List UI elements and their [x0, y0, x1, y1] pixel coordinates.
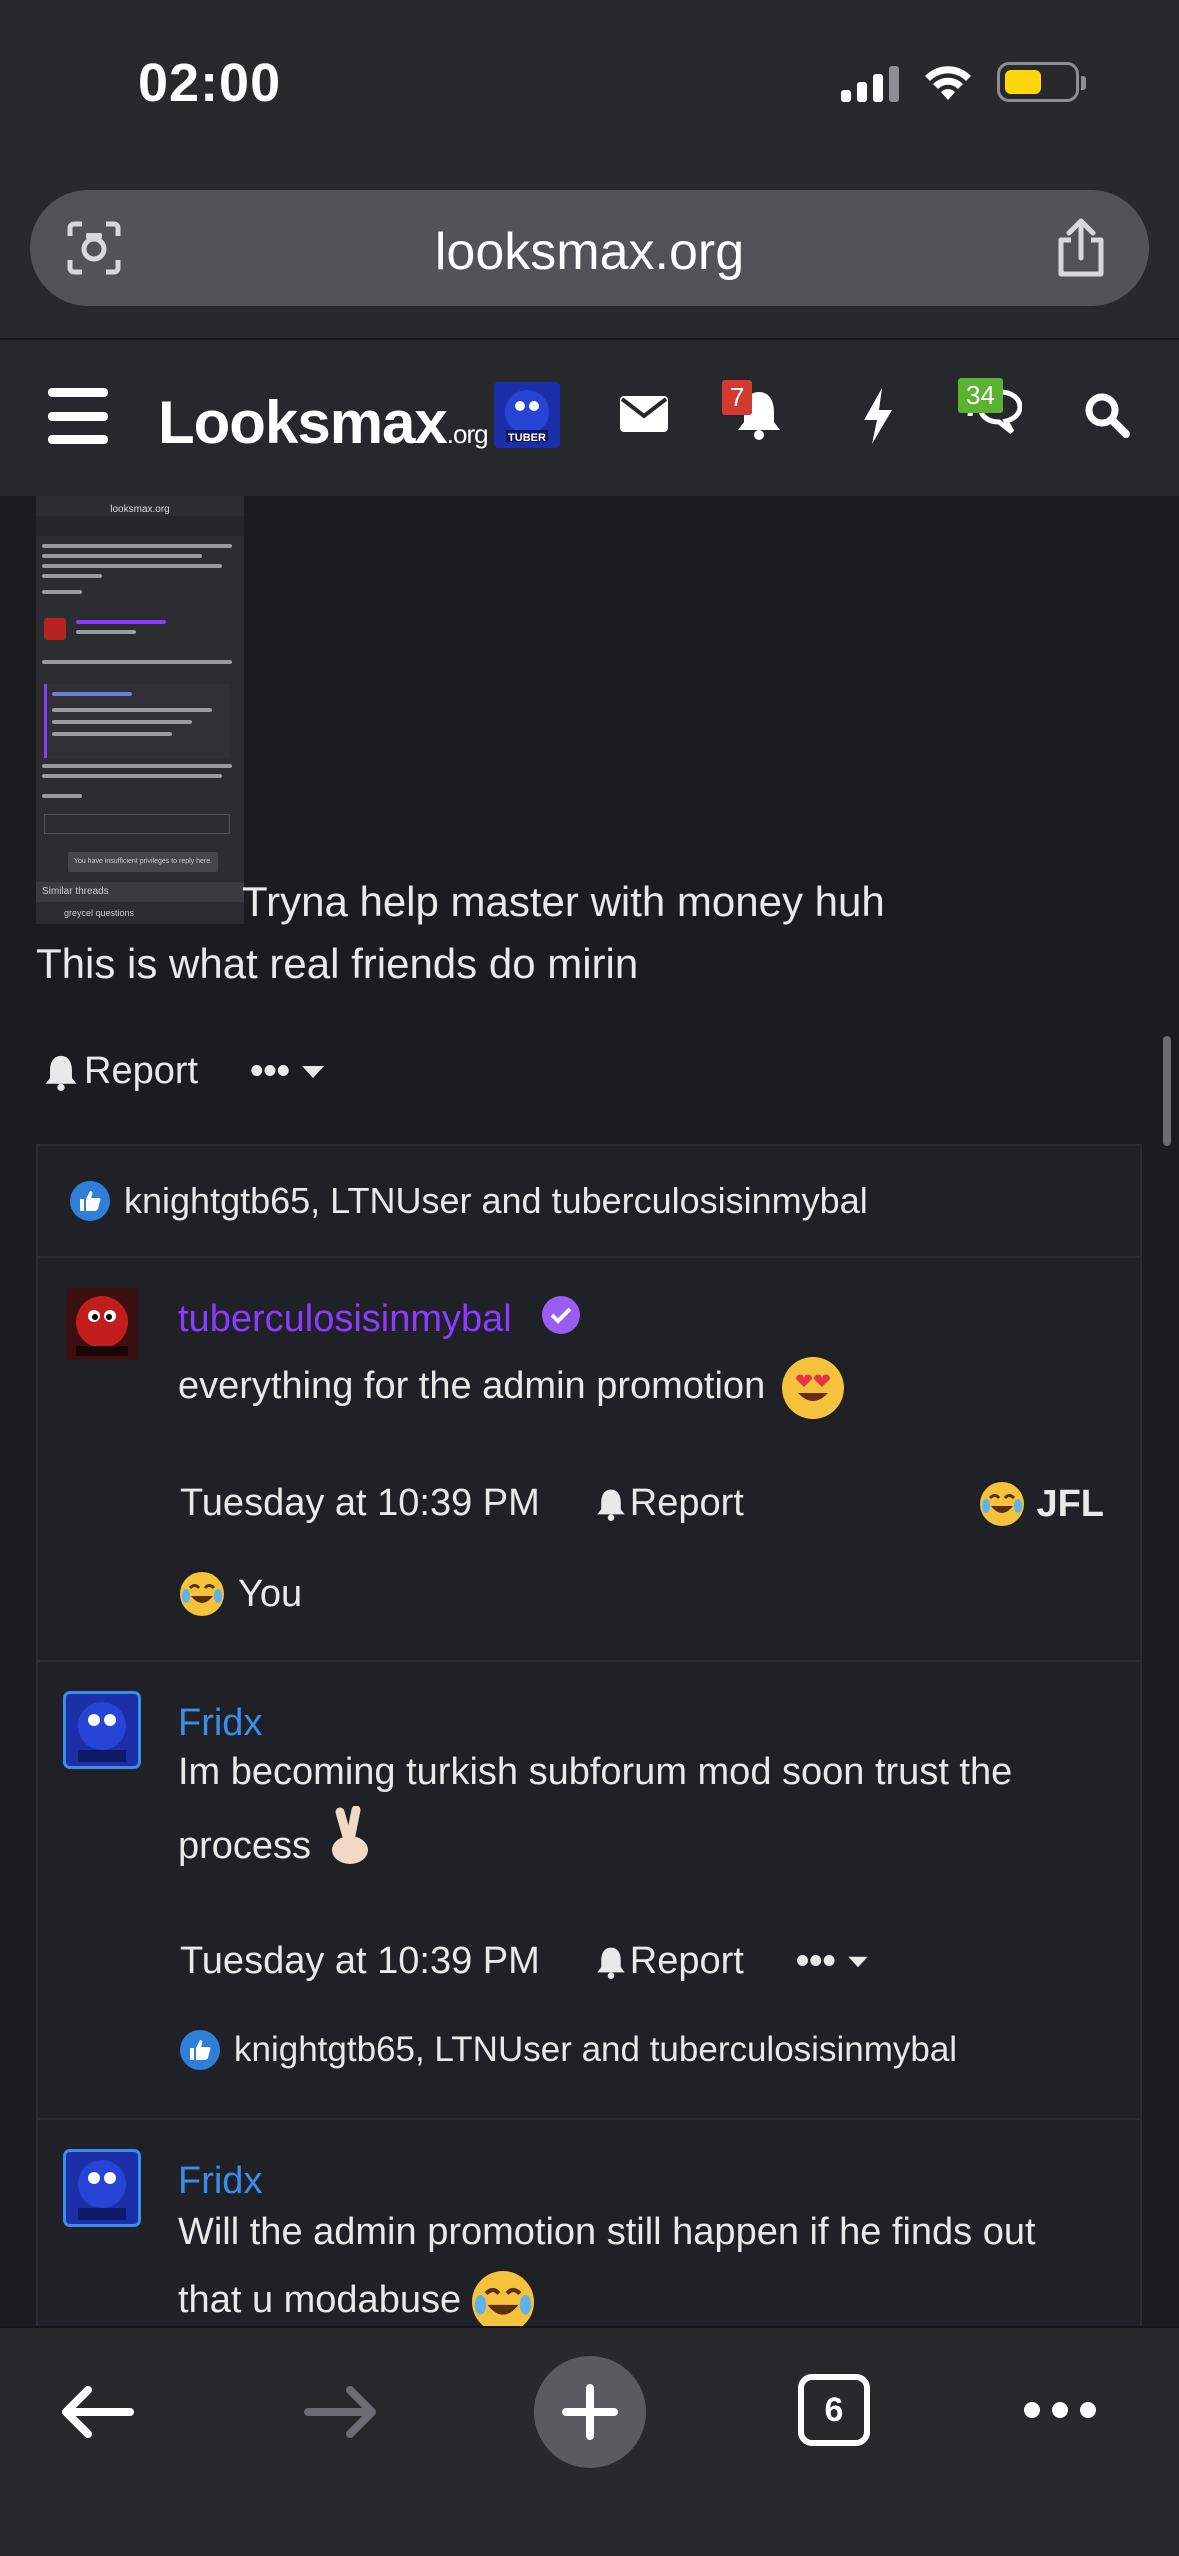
browser-address-area: looksmax.org: [0, 170, 1179, 340]
more-options-button[interactable]: •••: [250, 1050, 326, 1093]
reply-text: Will the admin promotion still happen if…: [178, 2198, 1098, 2326]
avatar[interactable]: [66, 2152, 138, 2224]
alerts-badge: 7: [722, 380, 753, 415]
plus-icon: [562, 2384, 618, 2440]
cellular-signal-icon: [841, 62, 899, 102]
address-bar[interactable]: looksmax.org: [30, 190, 1149, 306]
reply-text: everything for the admin promotion: [178, 1352, 1098, 1420]
more-options-button[interactable]: •••: [796, 1940, 870, 1983]
site-navigation: Looksmax.org TUBER 7 34: [0, 340, 1179, 496]
reply-reactions[interactable]: knightgtb65, LTNUser and tuberculosisinm…: [180, 2030, 957, 2070]
whats-new-lightning-icon[interactable]: [862, 388, 894, 444]
report-link[interactable]: Report: [84, 1050, 198, 1093]
jfl-reaction-button[interactable]: JFL: [980, 1482, 1104, 1526]
report-link[interactable]: Report: [630, 1482, 744, 1525]
reaction-summary[interactable]: knightgtb65, LTNUser and tuberculosisinm…: [38, 1146, 1140, 1258]
reply-timestamp[interactable]: Tuesday at 10:39 PM: [180, 1940, 540, 1983]
tabs-button[interactable]: 6: [798, 2374, 870, 2446]
more-menu-button[interactable]: [1024, 2402, 1096, 2418]
embedded-screenshot-image[interactable]: looksmax.org You have insufficient privi…: [36, 496, 244, 924]
post-text-line-1: Tryna help master with money huh: [242, 878, 885, 925]
battery-icon: [997, 62, 1086, 102]
ios-status-bar: 02:00: [0, 0, 1179, 170]
reply-meta: Tuesday at 10:39 PM Report •••: [180, 1940, 870, 1983]
reply-item: tuberculosisinmybal everything for the a…: [38, 1258, 1140, 1662]
crying-laughing-emoji-icon: [980, 1482, 1025, 1526]
reply-item: Fridx Im becoming turkish subforum mod s…: [38, 1662, 1140, 2120]
crossed-fingers-emoji-icon: [326, 1805, 376, 1890]
wifi-icon: [925, 66, 971, 100]
share-icon[interactable]: [1053, 218, 1109, 278]
thumbnail-similar-item: greycel questions: [64, 908, 135, 918]
conversations-badge: 34: [958, 378, 1003, 413]
avatar[interactable]: [66, 1694, 138, 1766]
user-avatar[interactable]: TUBER: [494, 382, 560, 448]
post-actions: Report •••: [44, 1050, 326, 1093]
status-icons: [841, 62, 1086, 102]
new-tab-button[interactable]: [534, 2356, 646, 2468]
crying-laughing-emoji-icon: [471, 2270, 534, 2326]
reply-author[interactable]: Fridx: [178, 2160, 262, 2203]
report-bell-icon: [597, 1489, 625, 1521]
back-arrow-icon[interactable]: [58, 2382, 134, 2442]
thumbnail-privilege-note: You have insufficient privileges to repl…: [68, 852, 218, 872]
crying-laughing-emoji-icon: [180, 1572, 224, 1616]
status-time: 02:00: [138, 53, 282, 113]
verified-badge-icon: [542, 1296, 580, 1334]
site-logo[interactable]: Looksmax.org: [158, 388, 489, 457]
report-bell-icon: [597, 1947, 625, 1979]
search-icon[interactable]: [1084, 392, 1130, 438]
inbox-mail-icon[interactable]: [620, 396, 668, 432]
page-scrollbar[interactable]: [1163, 1036, 1171, 1146]
reply-meta: Tuesday at 10:39 PM Report: [180, 1482, 744, 1525]
thumbnail-similar-threads: Similar threads: [36, 882, 244, 902]
reply-item: Fridx Will the admin promotion still hap…: [38, 2120, 1140, 2326]
hamburger-menu-icon[interactable]: [48, 388, 108, 444]
reply-text: Im becoming turkish subforum mod soon tr…: [178, 1738, 1098, 1890]
reply-timestamp[interactable]: Tuesday at 10:39 PM: [180, 1482, 540, 1525]
thumbnail-header: looksmax.org: [110, 504, 170, 515]
report-bell-icon: [45, 1055, 77, 1091]
avatar-label: TUBER: [508, 432, 546, 444]
chevron-down-icon: [301, 1065, 324, 1078]
replies-container: knightgtb65, LTNUser and tuberculosisinm…: [36, 1144, 1142, 2326]
avatar[interactable]: [66, 1288, 138, 1360]
reply-author[interactable]: tuberculosisinmybal: [178, 1298, 512, 1341]
chevron-down-icon: [848, 1956, 868, 1967]
tab-count: 6: [824, 2390, 844, 2429]
forward-arrow-icon[interactable]: [304, 2382, 380, 2442]
url-text: looksmax.org: [434, 223, 745, 281]
browser-toolbar: 6: [0, 2326, 1179, 2556]
reply-reactions[interactable]: You: [180, 1572, 302, 1616]
heart-eyes-emoji-icon: [781, 1356, 844, 1419]
like-reaction-icon: [70, 1181, 110, 1221]
post-text-line-2: This is what real friends do mirin: [36, 940, 639, 987]
report-link[interactable]: Report: [630, 1940, 744, 1983]
like-reaction-icon: [180, 2030, 220, 2070]
thread-content: looksmax.org You have insufficient privi…: [0, 496, 1179, 2326]
